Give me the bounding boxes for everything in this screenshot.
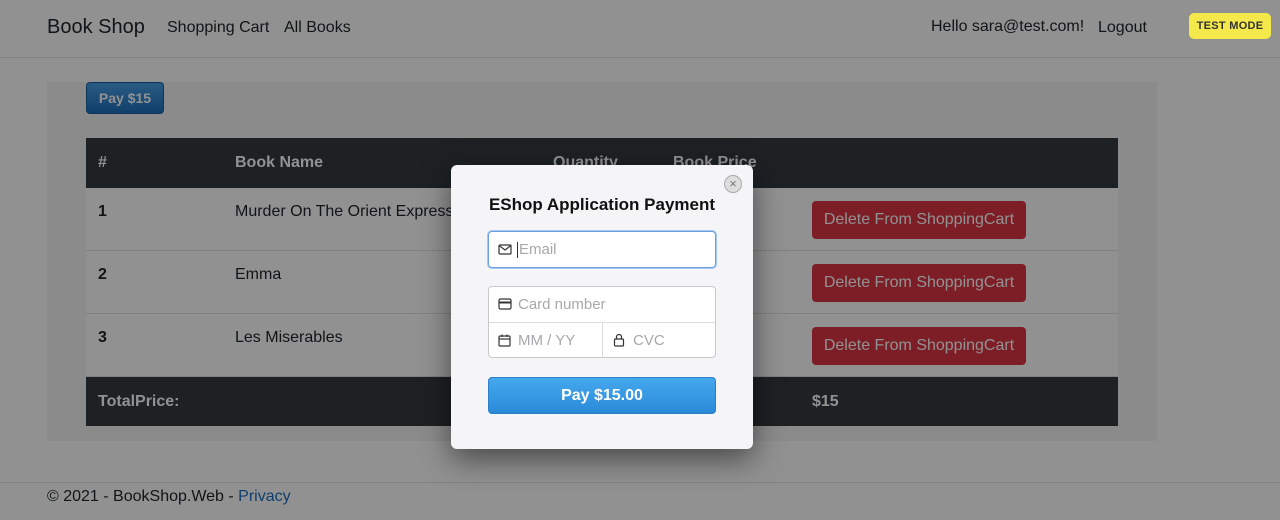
close-icon[interactable]: ×	[724, 175, 742, 193]
email-field[interactable]: Email	[488, 231, 716, 268]
email-placeholder: Email	[519, 241, 557, 258]
submit-payment-button[interactable]: Pay $15.00	[488, 377, 716, 414]
cvc-field[interactable]: CVC	[603, 323, 715, 358]
card-number-placeholder: Card number	[518, 296, 606, 313]
cvc-placeholder: CVC	[633, 332, 665, 349]
lock-icon	[613, 333, 625, 347]
calendar-icon	[498, 334, 511, 347]
test-mode-badge: TEST MODE	[1189, 13, 1271, 39]
modal-title: EShop Application Payment	[488, 195, 716, 214]
text-caret	[517, 242, 518, 258]
card-number-field[interactable]: Card number	[489, 287, 715, 322]
payment-modal: × EShop Application Payment Email Card n…	[451, 165, 753, 449]
envelope-icon	[498, 244, 512, 255]
expiry-field[interactable]: MM / YY	[489, 323, 602, 358]
expiry-placeholder: MM / YY	[518, 332, 576, 349]
card-details-group: Card number MM / YY CVC	[488, 286, 716, 358]
credit-card-icon	[498, 298, 512, 310]
